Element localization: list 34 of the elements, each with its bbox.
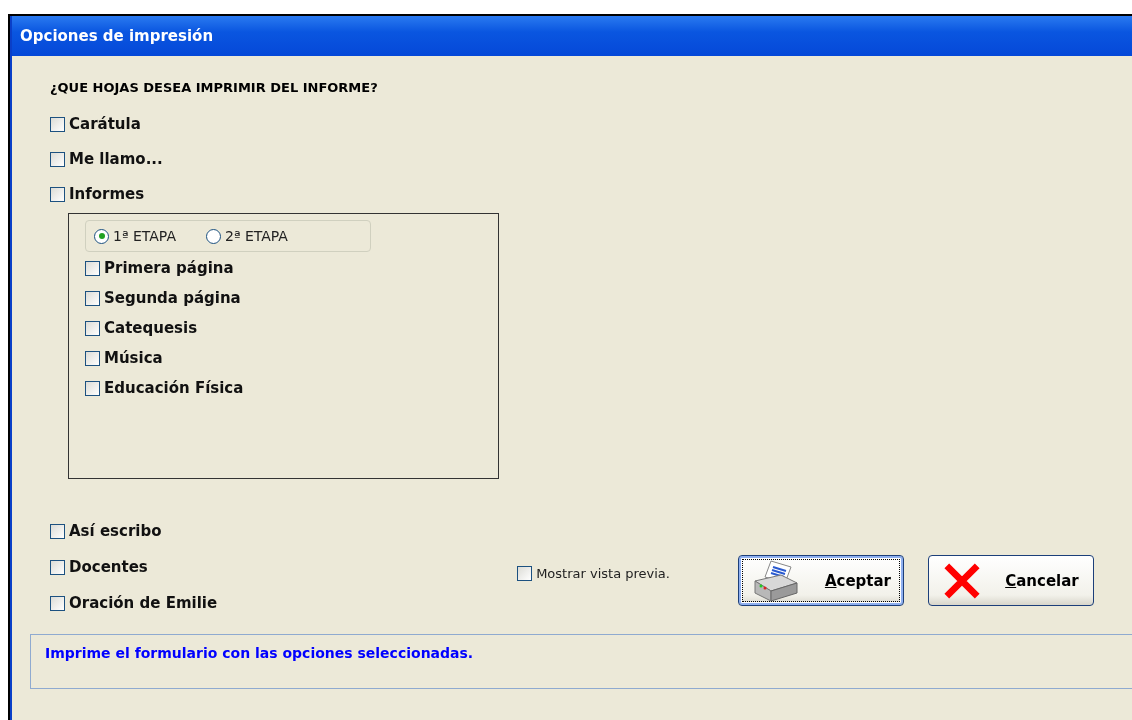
checkbox[interactable] xyxy=(50,186,65,202)
checkbox[interactable] xyxy=(50,523,65,539)
option-label: Segunda página xyxy=(104,289,241,307)
checkbox[interactable] xyxy=(85,380,100,396)
option-label: Informes xyxy=(69,185,145,203)
option-label: Así escribo xyxy=(69,522,162,540)
radio-button[interactable] xyxy=(205,228,221,244)
checkbox[interactable] xyxy=(517,566,533,581)
checkbox[interactable] xyxy=(85,290,100,306)
option-label: Me llamo... xyxy=(69,150,163,168)
option-label: Docentes xyxy=(69,558,148,576)
accept-button[interactable]: Aceptar xyxy=(737,555,904,606)
window-title: Opciones de impresión xyxy=(20,27,214,45)
checkbox[interactable] xyxy=(85,320,100,336)
cancel-button[interactable]: Cancelar xyxy=(927,555,1094,606)
option-label: Catequesis xyxy=(104,319,198,337)
checkbox[interactable] xyxy=(50,595,65,611)
option-label: Oración de Emilie xyxy=(69,594,218,612)
close-icon xyxy=(943,561,982,600)
radio-button[interactable] xyxy=(94,228,109,244)
status-message: Imprime el formulario con las opciones seleccionadas. xyxy=(45,645,474,661)
checkbox[interactable] xyxy=(50,116,65,132)
checkbox[interactable] xyxy=(50,151,65,167)
preview-label: Mostrar vista previa. xyxy=(536,566,670,581)
radio-label: 1ª ETAPA xyxy=(113,228,176,244)
option-label: Educación Física xyxy=(104,379,244,397)
option-label: Música xyxy=(104,349,163,367)
question-label: ¿QUE HOJAS DESEA IMPRIMIR DEL INFORME? xyxy=(50,80,379,95)
checkbox[interactable] xyxy=(50,559,65,575)
checkbox[interactable] xyxy=(85,260,100,276)
option-label: Carátula xyxy=(69,115,141,133)
option-label: Primera página xyxy=(104,259,234,277)
checkbox[interactable] xyxy=(85,350,100,366)
radio-label: 2ª ETAPA xyxy=(224,228,288,244)
